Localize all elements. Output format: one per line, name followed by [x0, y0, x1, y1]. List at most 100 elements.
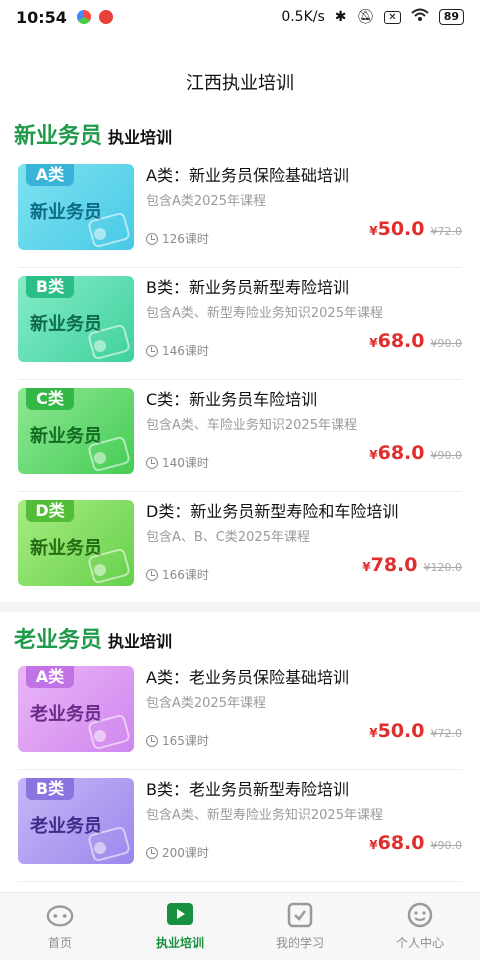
current-price: 68.0 [377, 330, 425, 352]
course-name: D类：新业务员新型寿险和车险培训 [146, 502, 399, 521]
course-thumbnail: C类 新业务员 [18, 388, 134, 474]
current-price: 78.0 [370, 554, 418, 576]
course-tag: B类 [26, 276, 74, 298]
currency-symbol: ¥ [369, 838, 378, 852]
section-sub-title: 执业培训 [108, 128, 173, 147]
checkbox-icon [286, 902, 314, 928]
battery-icon: 89 [438, 9, 464, 25]
mute-icon: 🔕︎ [356, 9, 375, 25]
original-price: ¥72.0 [430, 225, 463, 238]
course-name: A类：老业务员保险基础培训 [146, 668, 349, 687]
course-thumbnail: A类 老业务员 [18, 666, 134, 752]
course-price: ¥50.0 ¥72.0 [369, 720, 462, 742]
medal-icon [94, 340, 106, 352]
section-main-title: 老业务员 [14, 628, 103, 653]
course-hours: 146课时 [146, 342, 209, 359]
tab-label: 我的学习 [275, 936, 324, 950]
course-card[interactable]: A类 老业务员 A类：老业务员保险基础培训 包含A类2025年课程 165课时 … [18, 658, 462, 770]
section-main-title: 新业务员 [14, 124, 103, 149]
course-tag: A类 [26, 666, 74, 688]
medal-icon [94, 730, 106, 742]
original-price: ¥90.0 [430, 839, 463, 852]
course-thumbnail: A类 新业务员 [18, 164, 134, 250]
original-price: ¥120.0 [423, 561, 463, 574]
smile-icon [406, 902, 434, 928]
course-hours: 166课时 [146, 566, 209, 583]
course-thumbnail: D类 新业务员 [18, 500, 134, 586]
course-hours: 140课时 [146, 454, 209, 471]
hours-label: 200课时 [162, 846, 209, 860]
currency-symbol: ¥ [362, 560, 371, 574]
bluetooth-icon: ✱ [334, 9, 347, 25]
hours-label: 165课时 [162, 734, 209, 748]
course-hours: 126课时 [146, 230, 209, 247]
course-thumbnail: B类 新业务员 [18, 276, 134, 362]
tab-label: 执业培训 [155, 936, 204, 950]
course-tag: C类 [26, 388, 74, 410]
course-price: ¥68.0 ¥90.0 [369, 442, 462, 464]
course-card[interactable]: A类 新业务员 A类：新业务员保险基础培训 包含A类2025年课程 126课时 … [18, 156, 462, 268]
course-hours: 200课时 [146, 844, 209, 861]
course-card[interactable]: B类 新业务员 B类：新业务员新型寿险培训 包含A类、新型寿险业务知识2025年… [18, 268, 462, 380]
medal-icon [94, 842, 106, 854]
course-description: 包含A类2025年课程 [146, 194, 266, 209]
section-sub-title: 执业培训 [108, 632, 173, 651]
course-price: ¥68.0 ¥90.0 [369, 832, 462, 854]
original-price: ¥90.0 [430, 449, 463, 462]
course-tag: B类 [26, 778, 74, 800]
currency-symbol: ¥ [369, 448, 378, 462]
current-price: 50.0 [377, 720, 425, 742]
status-time: 10:54 [16, 7, 67, 27]
course-card[interactable]: C类 新业务员 C类：新业务员车险培训 包含A类、车险业务知识2025年课程 1… [18, 380, 462, 492]
page-title: 江西执业培训 [186, 73, 294, 94]
current-price: 68.0 [377, 442, 425, 464]
course-description: 包含A类2025年课程 [146, 696, 266, 711]
course-price: ¥50.0 ¥72.0 [369, 218, 462, 240]
net-speed: 0.5K/s [281, 9, 325, 25]
current-price: 68.0 [377, 832, 425, 854]
hours-label: 166课时 [162, 568, 209, 582]
course-thumbnail: B类 老业务员 [18, 778, 134, 864]
section-title-new: 新业务员 执业培训 [14, 118, 172, 150]
current-price: 50.0 [377, 218, 425, 240]
currency-symbol: ¥ [369, 336, 378, 350]
course-card[interactable]: B类 老业务员 B类：老业务员新型寿险培训 包含A类、新型寿险业务知识2025年… [18, 770, 462, 882]
clock-icon [146, 846, 158, 859]
bottom-tab-bar: 首页 执业培训 我的学习 个人中心 [0, 892, 480, 960]
course-name: A类：新业务员保险基础培训 [146, 166, 349, 185]
course-tag: D类 [26, 500, 74, 522]
section-divider [0, 602, 480, 612]
course-tag: A类 [26, 164, 74, 186]
course-description: 包含A、B、C类2025年课程 [146, 530, 310, 545]
course-name: B类：老业务员新型寿险培训 [146, 780, 349, 799]
tab-home[interactable]: 首页 [0, 893, 120, 960]
tab-label: 个人中心 [395, 936, 444, 950]
medal-icon [94, 228, 106, 240]
course-description: 包含A类、车险业务知识2025年课程 [146, 418, 357, 433]
tab-profile[interactable]: 个人中心 [360, 893, 480, 960]
face-icon [46, 902, 74, 928]
hours-label: 146课时 [162, 344, 209, 358]
tab-my-learning[interactable]: 我的学习 [240, 893, 360, 960]
tab-label: 首页 [47, 936, 72, 950]
course-price: ¥78.0 ¥120.0 [362, 554, 462, 576]
hours-label: 140课时 [162, 456, 209, 470]
clock-icon [146, 568, 158, 581]
app-notification-icon [76, 10, 91, 24]
course-card[interactable]: D类 新业务员 D类：新业务员新型寿险和车险培训 包含A、B、C类2025年课程… [18, 492, 462, 604]
hours-label: 126课时 [162, 232, 209, 246]
original-price: ¥72.0 [430, 727, 463, 740]
medal-icon [94, 452, 106, 464]
tab-training[interactable]: 执业培训 [120, 893, 240, 960]
currency-symbol: ¥ [369, 726, 378, 740]
currency-symbol: ¥ [369, 224, 378, 238]
clock-icon [146, 344, 158, 357]
course-description: 包含A类、新型寿险业务知识2025年课程 [146, 306, 383, 321]
course-name: B类：新业务员新型寿险培训 [146, 278, 349, 297]
clock-icon [146, 456, 158, 469]
sim-off-icon: ✕ [384, 10, 401, 24]
course-description: 包含A类、新型寿险业务知识2025年课程 [146, 808, 383, 823]
course-hours: 165课时 [146, 732, 209, 749]
clock-icon [146, 232, 158, 245]
clock-icon [146, 734, 158, 747]
